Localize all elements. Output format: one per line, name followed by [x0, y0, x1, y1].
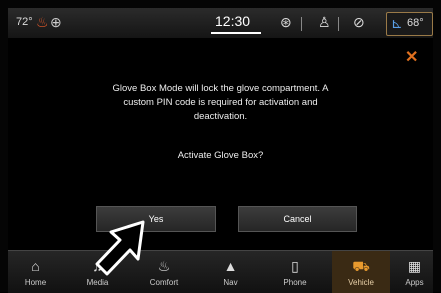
phone-icon: ▯: [291, 258, 299, 274]
car-icon: ⛟: [352, 258, 370, 274]
steering-wheel-heat-icon[interactable]: ⊕: [50, 14, 62, 30]
nav-label: Media: [86, 278, 109, 287]
screen: 72° ♨ ⊕ 12:30 ⊛ ♙ ⊘ ⊾ 68° ✕ Glove Box Mo…: [0, 0, 441, 293]
passenger-seat-icon: ⊾: [391, 15, 403, 31]
home-icon: ⌂: [31, 258, 40, 274]
nav-apps[interactable]: ▦ Apps: [396, 251, 433, 293]
passenger-temperature: 68°: [407, 17, 424, 29]
cancel-button[interactable]: Cancel: [238, 206, 357, 232]
nav-label: Apps: [405, 278, 424, 287]
nav-phone[interactable]: ▯ Phone: [266, 251, 324, 293]
pointer-arrow-icon: [95, 220, 145, 276]
divider: [338, 17, 339, 31]
fan-off-icon[interactable]: ⊘: [353, 14, 365, 30]
nav-home[interactable]: ⌂ Home: [8, 251, 63, 293]
glove-box-dialog: [8, 38, 433, 250]
nav-label: Phone: [283, 278, 307, 287]
driver-temperature[interactable]: 72°: [16, 16, 33, 28]
nav-label: Vehicle: [348, 278, 374, 287]
compass-icon: ⊛: [280, 14, 292, 30]
dialog-question: Activate Glove Box?: [177, 150, 264, 161]
nav-label: Home: [24, 278, 47, 287]
nav-vehicle[interactable]: ⛟ Vehicle: [332, 251, 390, 293]
user-icon[interactable]: ♙: [318, 14, 331, 30]
nav-label: Nav: [223, 278, 238, 287]
divider: [301, 17, 302, 31]
heated-seat-icon[interactable]: ♨: [36, 14, 49, 30]
nav-label: Comfort: [149, 278, 179, 287]
passenger-climate-button[interactable]: ⊾ 68°: [386, 12, 433, 36]
close-icon[interactable]: ✕: [405, 47, 418, 67]
nav-nav[interactable]: ▲ Nav: [203, 251, 258, 293]
clock-underline: [211, 32, 261, 34]
bottom-nav: ⌂ Home ♫ Media ♨ Comfort ▲ Nav ▯ Phone ⛟…: [8, 250, 433, 293]
navigation-arrow-icon: ▲: [223, 258, 238, 274]
apps-grid-icon: ▦: [407, 258, 422, 274]
clock: 12:30: [215, 13, 251, 29]
status-bar: 72° ♨ ⊕ 12:30 ⊛ ♙ ⊘ ⊾ 68°: [8, 8, 433, 39]
dialog-message: Glove Box Mode will lock the glove compa…: [112, 83, 329, 122]
